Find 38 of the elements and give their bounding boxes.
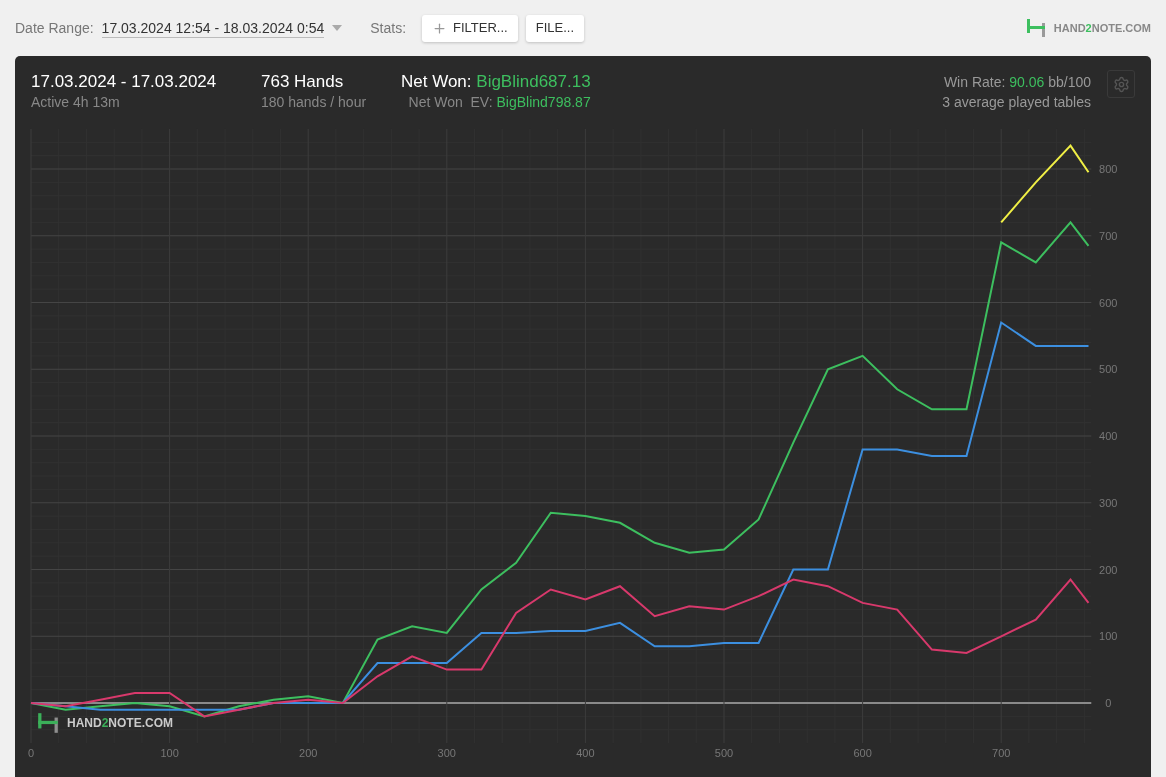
tables-text: 3 average played tables <box>942 93 1091 112</box>
y-tick-label: 0 <box>1105 697 1112 709</box>
file-button[interactable]: FILE... <box>525 14 584 42</box>
hands-rate-text: 180 hands / hour <box>261 93 368 112</box>
y-tick-label: 500 <box>1099 363 1118 376</box>
y-tick-label: 800 <box>1099 163 1118 175</box>
period-text: 17.03.2024 - 17.03.2024 <box>31 72 218 92</box>
date-range-dropdown[interactable]: 17.03.2024 12:54 - 18.03.2024 0:54 <box>101 18 343 38</box>
stats-label: Stats: <box>370 18 407 38</box>
y-tick-label: 600 <box>1099 296 1118 309</box>
x-tick-label: 200 <box>299 747 318 760</box>
caret-icon <box>332 25 343 31</box>
brand-logo-text: HAND2NOTE.COM <box>1053 20 1151 36</box>
settings-icon <box>1112 75 1130 93</box>
net-won-text: Net Won: BigBlind687.13 <box>401 72 591 92</box>
y-tick-label: 400 <box>1099 430 1118 442</box>
active-time-text: Active 4h 13m <box>31 93 121 112</box>
y-tick-label: 700 <box>1099 229 1118 242</box>
win-rate-text: Win Rate: 90.06 bb/100 <box>943 73 1091 92</box>
y-tick-label: 200 <box>1099 563 1118 576</box>
x-tick-label: 700 <box>992 747 1011 760</box>
y-tick-label: 300 <box>1099 496 1118 509</box>
h-logo-icon <box>37 711 59 735</box>
h-logo-icon <box>1025 17 1046 39</box>
y-tick-label: 100 <box>1099 630 1118 643</box>
chart-watermark-text: HAND2NOTE.COM <box>67 715 174 732</box>
net-won-ev-text: Net Won EV: BigBlind798.87 <box>408 93 591 112</box>
plus-icon <box>432 20 448 36</box>
x-tick-label: 500 <box>714 747 734 760</box>
x-tick-label: 0 <box>27 747 35 760</box>
x-tick-label: 100 <box>160 747 179 760</box>
hands-count: 763 Hands <box>261 72 345 92</box>
filter-button[interactable]: FILTER... <box>422 14 518 42</box>
x-tick-label: 600 <box>853 747 872 760</box>
settings-button[interactable] <box>1107 70 1135 98</box>
x-tick-label: 300 <box>437 747 456 760</box>
date-range-label: Date Range: <box>15 18 94 38</box>
x-tick-label: 400 <box>576 747 595 760</box>
